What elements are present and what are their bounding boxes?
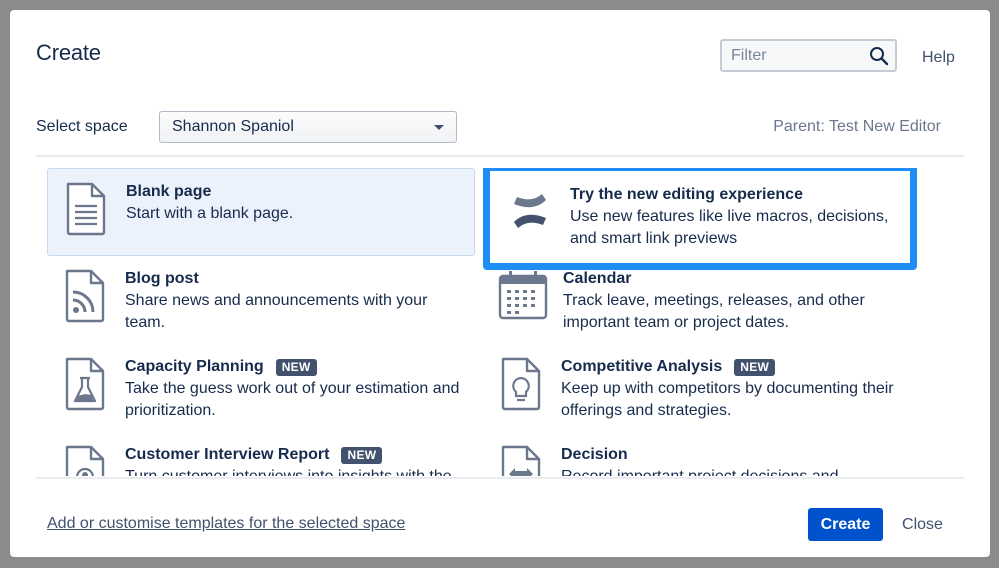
template-description: Record important project decisions and bbox=[561, 466, 901, 476]
divider bbox=[36, 477, 964, 479]
template-name: Decision bbox=[561, 446, 628, 463]
decision-arrows-icon bbox=[501, 445, 541, 476]
template-blank-page[interactable]: Blank page Start with a blank page. bbox=[47, 168, 475, 256]
help-link[interactable]: Help bbox=[922, 49, 955, 67]
template-name: Blank page bbox=[126, 183, 212, 200]
space-select-value: Shannon Spaniol bbox=[172, 118, 294, 135]
flask-icon bbox=[65, 357, 105, 411]
template-description: Use new features like live macros, decis… bbox=[570, 208, 889, 247]
template-description: Take the guess work out of your estimati… bbox=[125, 380, 460, 419]
select-space-label: Select space bbox=[36, 118, 128, 135]
new-badge: NEW bbox=[734, 358, 776, 376]
divider bbox=[36, 155, 964, 157]
create-button[interactable]: Create bbox=[808, 508, 883, 541]
template-description: Keep up with competitors by documenting … bbox=[561, 380, 894, 419]
template-description: Share news and announcements with your t… bbox=[125, 292, 428, 331]
template-customer-interview-report[interactable]: Customer Interview Report NEW Turn custom… bbox=[47, 432, 475, 476]
space-select[interactable]: Shannon Spaniol bbox=[159, 111, 457, 143]
rss-feed-icon bbox=[65, 269, 105, 323]
filter-field[interactable] bbox=[720, 39, 897, 72]
create-dialog: Create Help Select space Shannon Spaniol… bbox=[10, 10, 990, 557]
lightbulb-icon bbox=[501, 357, 541, 411]
chevron-down-icon bbox=[434, 124, 444, 130]
close-button[interactable]: Close bbox=[890, 508, 955, 541]
dialog-title: Create bbox=[36, 40, 101, 65]
template-name: Try the new editing experience bbox=[570, 186, 803, 203]
filter-input[interactable] bbox=[731, 46, 869, 65]
template-capacity-planning[interactable]: Capacity Planning NEW Take the guess work… bbox=[47, 344, 475, 432]
template-blog-post[interactable]: Blog post Share news and announcements w… bbox=[47, 256, 475, 344]
new-badge: NEW bbox=[341, 446, 383, 464]
template-new-editor[interactable]: Try the new editing experience Use new f… bbox=[483, 168, 917, 270]
template-name: Competitive Analysis bbox=[561, 358, 723, 375]
template-description: Turn customer interviews into insights w… bbox=[125, 466, 465, 476]
template-competitive-analysis[interactable]: Competitive Analysis NEW Keep up with com… bbox=[483, 344, 911, 432]
user-document-icon bbox=[65, 445, 105, 476]
new-badge: NEW bbox=[275, 358, 317, 376]
template-description: Start with a blank page. bbox=[126, 205, 294, 222]
template-grid[interactable]: Blank page Start with a blank page. Try … bbox=[47, 168, 947, 476]
template-description: Track leave, meetings, releases, and oth… bbox=[563, 292, 865, 331]
calendar-icon bbox=[498, 271, 548, 320]
template-name: Capacity Planning bbox=[125, 358, 264, 375]
search-icon[interactable] bbox=[869, 46, 889, 66]
template-name: Customer Interview Report bbox=[125, 446, 330, 463]
confluence-logo-icon bbox=[514, 194, 546, 228]
template-calendar[interactable]: Calendar Track leave, meetings, releases… bbox=[483, 256, 911, 344]
template-name: Blog post bbox=[125, 270, 199, 287]
document-icon bbox=[66, 182, 106, 236]
parent-page-label: Parent: Test New Editor bbox=[773, 118, 941, 135]
template-decision[interactable]: Decision Record important project decisi… bbox=[483, 432, 911, 476]
template-name: Calendar bbox=[563, 270, 632, 287]
customise-templates-link[interactable]: Add or customise templates for the selec… bbox=[47, 515, 405, 533]
